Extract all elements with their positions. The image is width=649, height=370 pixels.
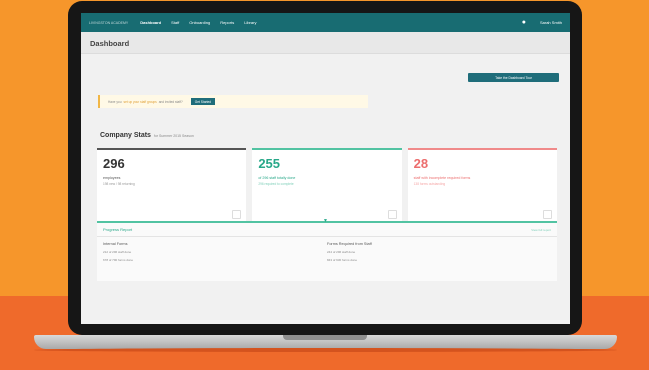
notice-text-after: and invited staff? <box>158 99 183 104</box>
stat-card-employees[interactable]: 296 employees 198 new / 98 returning <box>97 148 247 224</box>
laptop-notch <box>283 335 367 340</box>
user-menu[interactable]: Sarah Smith <box>540 20 562 25</box>
laptop-shadow <box>34 348 617 352</box>
stat-sub: 138 forms outstanding <box>413 182 446 186</box>
document-icon <box>542 210 552 219</box>
stat-sub: 198 new / 98 returning <box>103 182 135 186</box>
stat-number: 296 <box>103 156 125 171</box>
progress-report-header: Progress Report View full report <box>97 223 557 237</box>
notice-link[interactable]: set up your staff groups <box>123 100 156 104</box>
column-line: 843 of 930 forms done <box>327 258 358 262</box>
check-icon <box>387 210 397 219</box>
company-stats-subtitle: for Summer 2015 Season <box>153 134 194 138</box>
column-heading: Internal Forms <box>103 242 128 246</box>
people-icon <box>232 210 242 219</box>
progress-columns: Internal Forms 212 of 296 staff done 678… <box>97 237 557 266</box>
top-navbar: LIVINGSTON ACADEMY Dashboard Staff Onboa… <box>81 13 570 32</box>
progress-column-required: Forms Required from Staff 244 of 296 sta… <box>327 242 551 266</box>
user-icon[interactable]: ● <box>522 19 526 26</box>
stat-card-incomplete[interactable]: 28 staff with incomplete required forms … <box>407 148 557 224</box>
get-started-button[interactable]: Get Started <box>190 98 216 105</box>
column-line: 678 of 790 forms done <box>103 258 134 262</box>
company-stats-title: Company Stats <box>100 132 151 139</box>
stat-label: staff with incomplete required forms <box>413 176 471 180</box>
column-line: 212 of 296 staff done <box>103 250 132 254</box>
nav-onboarding[interactable]: Onboarding <box>189 20 210 25</box>
view-full-report-link[interactable]: View full report <box>531 228 551 232</box>
stat-card-done[interactable]: 255 of 296 staff totally done 296 requir… <box>252 148 402 224</box>
stat-label: of 296 staff totally done <box>258 176 296 180</box>
laptop-screen: LIVINGSTON ACADEMY Dashboard Staff Onboa… <box>81 13 570 324</box>
stat-number: 255 <box>258 156 281 171</box>
nav-reports[interactable]: Reports <box>220 20 234 25</box>
progress-column-internal: Internal Forms 212 of 296 staff done 678… <box>103 242 327 266</box>
nav-dashboard[interactable]: Dashboard <box>140 20 161 25</box>
progress-report-panel: ▼ Progress Report View full report Inter… <box>97 218 557 281</box>
page-title: Dashboard <box>90 39 130 48</box>
page-header: Dashboard <box>81 32 570 54</box>
app-logo[interactable]: LIVINGSTON ACADEMY <box>89 21 128 25</box>
column-heading: Forms Required from Staff <box>327 242 372 246</box>
setup-notice: Have you set up your staff groups and in… <box>98 95 368 108</box>
stat-label: employees <box>103 176 121 180</box>
stat-number: 28 <box>413 156 429 171</box>
stat-sub: 296 required to complete <box>258 182 294 186</box>
progress-report-title: Progress Report <box>103 227 133 232</box>
stats-cards: 296 employees 198 new / 98 returning 255… <box>97 148 557 224</box>
company-stats-header: Company Stats for Summer 2015 Season <box>100 132 194 139</box>
dashboard-tour-button[interactable]: Take the Dashboard Tour <box>468 73 559 82</box>
nav-library[interactable]: Library <box>244 20 256 25</box>
notice-text-before: Have you <box>108 99 122 104</box>
column-line: 244 of 296 staff done <box>327 250 356 254</box>
caret-down-icon: ▼ <box>323 218 328 224</box>
nav-staff[interactable]: Staff <box>171 20 179 25</box>
